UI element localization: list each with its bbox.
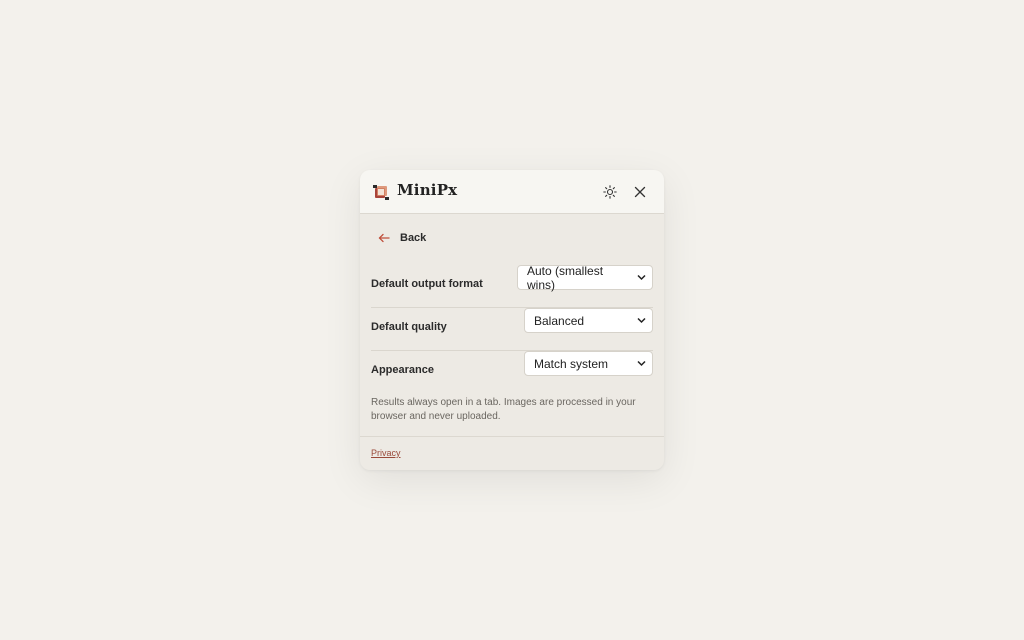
quality-select[interactable]: Balanced — [524, 308, 653, 333]
app-title: MiniPx — [397, 181, 458, 199]
back-label: Back — [400, 232, 427, 244]
setting-row-output-format: Default output format Auto (smallest win… — [371, 264, 653, 308]
privacy-note: Results always open in a tab. Images are… — [371, 397, 636, 422]
quality-label: Default quality — [371, 321, 447, 333]
arrow-left-icon — [378, 233, 390, 243]
chevron-down-icon — [637, 274, 646, 281]
output-format-value: Auto (smallest wins) — [527, 263, 604, 292]
back-button[interactable]: Back — [378, 232, 426, 244]
output-format-select[interactable]: Auto (smallest wins) — [517, 263, 653, 292]
setting-row-quality: Default quality Balanced — [371, 307, 653, 351]
output-format-label: Default output format — [371, 278, 483, 290]
appearance-value: Match system — [534, 356, 609, 371]
popup-panel: MiniPx Back Default output format Auto (… — [360, 170, 664, 470]
popup-header: MiniPx — [360, 170, 664, 214]
chevron-down-icon — [637, 360, 646, 367]
quality-value: Balanced — [534, 313, 585, 328]
appearance-label: Appearance — [371, 364, 434, 376]
chevron-down-icon — [637, 317, 646, 324]
privacy-link[interactable]: Privacy — [371, 448, 401, 458]
popup-footer: Privacy — [360, 436, 664, 470]
close-icon — [634, 186, 646, 198]
sun-gear-icon — [603, 185, 617, 199]
minipx-logo-icon — [373, 184, 389, 200]
close-button[interactable] — [630, 182, 650, 202]
appearance-select[interactable]: Match system — [524, 351, 653, 376]
theme-toggle-button[interactable] — [600, 182, 620, 202]
setting-row-appearance: Appearance Match system — [371, 350, 653, 393]
